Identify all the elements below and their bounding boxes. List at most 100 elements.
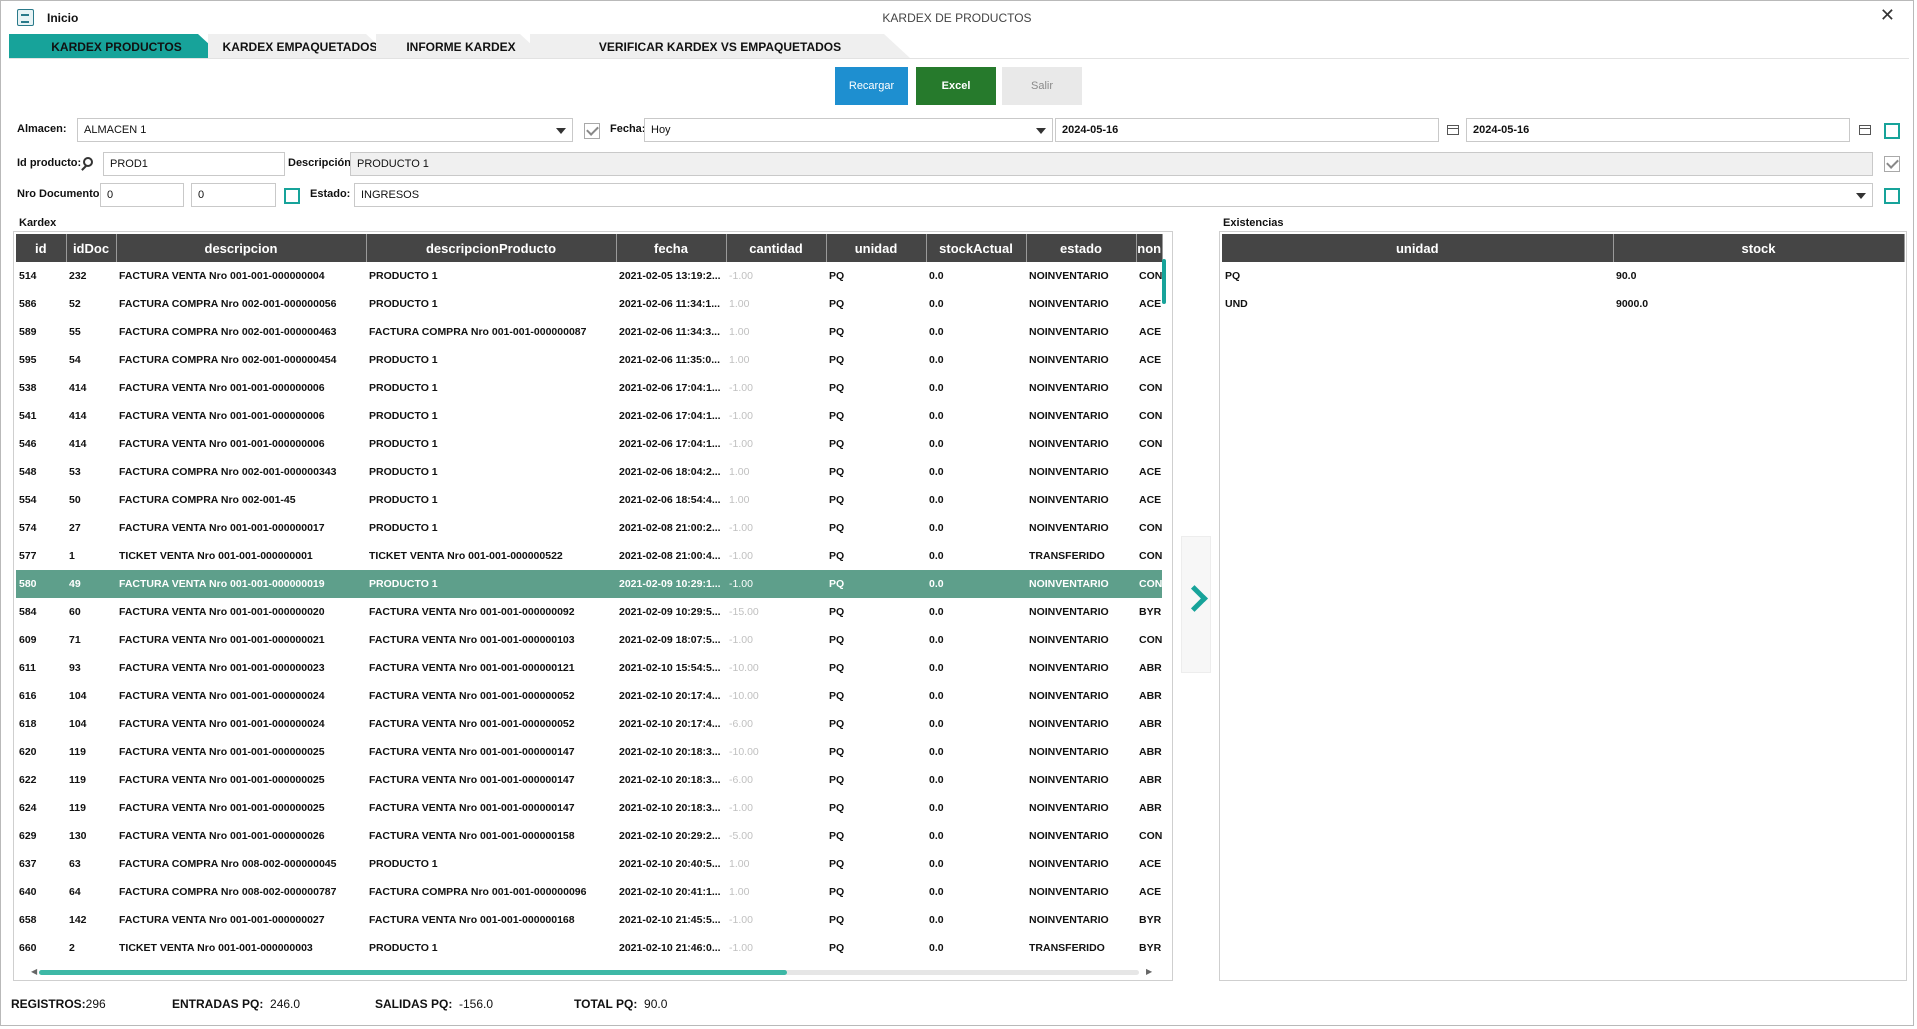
calendar-icon[interactable] — [1859, 125, 1871, 135]
table-row[interactable]: 580 49 FACTURA VENTA Nro 001-001-000000019… — [16, 570, 1163, 598]
nrodoc-to-input[interactable]: 0 — [191, 183, 276, 207]
table-cell: FACTURA VENTA Nro 001-001-000000004 — [119, 270, 325, 282]
table-row[interactable]: 514 232 FACTURA VENTA Nro 001-001-00000000… — [16, 262, 1162, 290]
kardex-column-header[interactable]: descripcion — [116, 234, 367, 262]
fecha-select[interactable]: Hoy — [644, 118, 1053, 142]
table-row[interactable]: UND 9000.0 — [1222, 290, 1904, 318]
table-row[interactable]: 609 71 FACTURA VENTA Nro 001-001-000000021… — [16, 626, 1162, 654]
table-row[interactable]: 660 2 TICKET VENTA Nro 001-001-000000003 PR… — [16, 934, 1162, 962]
table-row[interactable]: 574 27 FACTURA VENTA Nro 001-001-000000017… — [16, 514, 1162, 542]
kardex-vertical-scrollbar[interactable] — [1162, 259, 1166, 304]
kardex-column-header[interactable]: descripcionProducto — [366, 234, 617, 262]
table-cell: BYR — [1139, 942, 1162, 954]
recargar-button[interactable]: Recargar — [835, 67, 908, 105]
total-value: 90.0 — [644, 997, 668, 1011]
table-row[interactable]: 554 50 FACTURA COMPRA Nro 002-001-45 PRODUC… — [16, 486, 1162, 514]
table-row[interactable]: 618 104 FACTURA VENTA Nro 001-001-00000002… — [16, 710, 1162, 738]
table-cell: -5.00 — [729, 830, 753, 842]
scroll-left-icon[interactable]: ◀ — [31, 967, 37, 976]
salidas-label: SALIDAS PQ: — [375, 997, 453, 1011]
kardex-column-header[interactable]: stockActual — [926, 234, 1027, 262]
table-cell: NOINVENTARIO — [1029, 690, 1109, 702]
registros-label: REGISTROS: — [11, 997, 86, 1011]
nrodoc-checkbox[interactable] — [284, 188, 300, 204]
table-cell: 0.0 — [929, 522, 944, 534]
idproducto-input[interactable]: PROD1 — [103, 152, 285, 176]
calendar-icon[interactable] — [1447, 125, 1459, 135]
table-row[interactable]: 658 142 FACTURA VENTA Nro 001-001-00000002… — [16, 906, 1162, 934]
table-cell: 0.0 — [929, 438, 944, 450]
tab-informe-kardex[interactable]: INFORME KARDEX — [376, 34, 546, 58]
search-icon[interactable] — [83, 157, 93, 167]
kardex-column-header[interactable]: idDoc — [66, 234, 117, 262]
kardex-column-header[interactable]: cantidad — [726, 234, 827, 262]
table-cell: 2021-02-08 21:00:2... — [619, 522, 721, 534]
table-row[interactable]: 622 119 FACTURA VENTA Nro 001-001-00000002… — [16, 766, 1162, 794]
table-row[interactable]: 616 104 FACTURA VENTA Nro 001-001-00000002… — [16, 682, 1162, 710]
nrodoc-from-input[interactable]: 0 — [100, 183, 184, 207]
table-row[interactable]: 538 414 FACTURA VENTA Nro 001-001-00000000… — [16, 374, 1162, 402]
kardex-column-header[interactable]: unidad — [826, 234, 927, 262]
table-cell: 574 — [19, 522, 37, 534]
table-cell: -1.00 — [729, 634, 753, 646]
kardex-header-row: id idDoc descripcion descripcionProducto fec… — [16, 234, 1163, 262]
almacen-select[interactable]: ALMACEN 1 — [77, 118, 573, 142]
table-row[interactable]: 577 1 TICKET VENTA Nro 001-001-000000001 TI… — [16, 542, 1162, 570]
tab-kardex-empaquetados[interactable]: KARDEX EMPAQUETADOS — [208, 34, 392, 58]
table-cell: 622 — [19, 774, 37, 786]
excel-button[interactable]: Excel — [916, 67, 996, 105]
table-row[interactable]: 624 119 FACTURA VENTA Nro 001-001-00000002… — [16, 794, 1162, 822]
table-cell: TRANSFERIDO — [1029, 550, 1105, 562]
existencias-column-header[interactable]: stock — [1613, 234, 1905, 262]
scroll-right-icon[interactable]: ▶ — [1146, 967, 1152, 976]
table-cell: PRODUCTO 1 — [369, 270, 438, 282]
chevron-right-icon[interactable] — [1181, 585, 1208, 612]
table-row[interactable]: 637 63 FACTURA COMPRA Nro 008-002-00000004… — [16, 850, 1162, 878]
tab-kardex-productos[interactable]: KARDEX PRODUCTOS — [9, 34, 224, 58]
table-cell: FACTURA VENTA Nro 001-001-000000006 — [119, 438, 325, 450]
tab-verificar-kardex[interactable]: VERIFICAR KARDEX VS EMPAQUETADOS — [530, 34, 910, 58]
table-cell: NOINVENTARIO — [1029, 606, 1109, 618]
table-cell: TICKET VENTA Nro 001-001-000000003 — [119, 942, 313, 954]
kardex-column-header[interactable]: non — [1136, 234, 1163, 262]
table-row[interactable]: 586 52 FACTURA COMPRA Nro 002-001-00000005… — [16, 290, 1162, 318]
table-row[interactable]: 611 93 FACTURA VENTA Nro 001-001-000000023… — [16, 654, 1162, 682]
kardex-horizontal-scrollbar[interactable] — [39, 970, 1139, 975]
table-cell: NOINVENTARIO — [1029, 886, 1109, 898]
fecha-checkbox[interactable] — [584, 123, 600, 139]
table-row[interactable]: 595 54 FACTURA COMPRA Nro 002-001-00000045… — [16, 346, 1162, 374]
chevron-down-icon — [556, 128, 566, 134]
kardex-column-header[interactable]: estado — [1026, 234, 1137, 262]
kardex-column-header[interactable]: id — [16, 234, 67, 262]
table-cell: 142 — [69, 914, 87, 926]
table-row[interactable]: 541 414 FACTURA VENTA Nro 001-001-00000000… — [16, 402, 1162, 430]
table-row[interactable]: 620 119 FACTURA VENTA Nro 001-001-00000002… — [16, 738, 1162, 766]
date-to-input[interactable]: 2024-05-16 — [1466, 118, 1850, 142]
table-cell: ACE — [1139, 326, 1162, 338]
table-cell: ACE — [1139, 858, 1162, 870]
estado-checkbox[interactable] — [1884, 188, 1900, 204]
table-cell: FACTURA COMPRA Nro 002-001-000000454 — [119, 354, 337, 366]
table-cell: NOINVENTARIO — [1029, 354, 1109, 366]
kardex-column-header[interactable]: fecha — [616, 234, 727, 262]
table-cell: 0.0 — [929, 410, 944, 422]
date-from-input[interactable]: 2024-05-16 — [1055, 118, 1439, 142]
table-cell: 0.0 — [929, 858, 944, 870]
table-row[interactable]: 548 53 FACTURA COMPRA Nro 002-001-00000034… — [16, 458, 1162, 486]
table-cell: PRODUCTO 1 — [369, 942, 438, 954]
close-icon[interactable]: ✕ — [1880, 5, 1895, 26]
table-row[interactable]: PQ 90.0 — [1222, 262, 1904, 290]
tab-bar: KARDEX PRODUCTOS KARDEX EMPAQUETADOS INF… — [9, 34, 909, 58]
date-to-checkbox[interactable] — [1884, 123, 1900, 139]
scrollbar-thumb[interactable] — [39, 970, 787, 975]
table-row[interactable]: 640 64 FACTURA COMPRA Nro 008-002-00000078… — [16, 878, 1162, 906]
table-row[interactable]: 629 130 FACTURA VENTA Nro 001-001-00000002… — [16, 822, 1162, 850]
table-cell: -1.00 — [729, 802, 753, 814]
table-row[interactable]: 584 60 FACTURA VENTA Nro 001-001-000000020… — [16, 598, 1162, 626]
table-row[interactable]: 589 55 FACTURA COMPRA Nro 002-001-00000046… — [16, 318, 1162, 346]
estado-select[interactable]: INGRESOS — [354, 183, 1873, 207]
descripcion-checkbox[interactable] — [1884, 156, 1900, 172]
existencias-column-header[interactable]: unidad — [1222, 234, 1614, 262]
table-row[interactable]: 546 414 FACTURA VENTA Nro 001-001-00000000… — [16, 430, 1162, 458]
salir-button[interactable]: Salir — [1002, 67, 1082, 105]
